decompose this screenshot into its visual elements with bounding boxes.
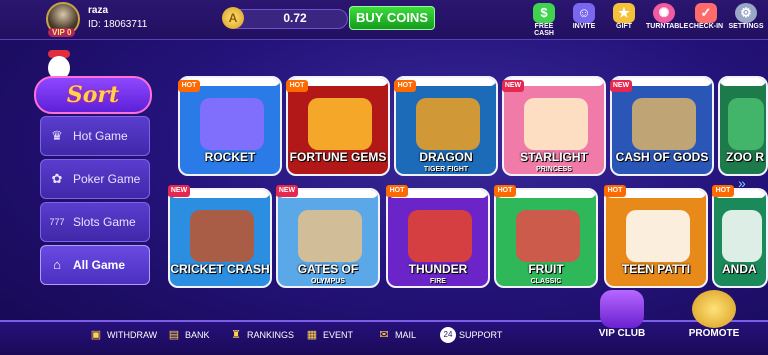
- poker-chip-icon: ✿: [51, 171, 63, 186]
- gems-icon: [308, 98, 372, 150]
- hot-badge: HOT: [178, 80, 200, 92]
- princess-icon: [524, 98, 588, 150]
- new-badge: NEW: [610, 80, 632, 92]
- cricket-icon: [190, 210, 254, 262]
- new-badge: NEW: [276, 185, 298, 197]
- game-card-gates-of-olympus[interactable]: GATES OF OLYMPUS: [276, 188, 380, 288]
- vip-badge: VIP 0: [48, 28, 76, 37]
- mail-button[interactable]: ✉ MAIL: [376, 327, 416, 343]
- coin-icon: A: [222, 7, 244, 29]
- withdraw-icon: ▣: [90, 329, 102, 341]
- rocket-icon: [200, 98, 264, 150]
- home-icon: ⌂: [53, 257, 61, 272]
- trophy-icon: ♜: [231, 329, 241, 341]
- cards-icon: [626, 210, 690, 262]
- withdraw-button[interactable]: ▣ WITHDRAW: [88, 327, 157, 343]
- promote-button[interactable]: PROMOTE: [682, 290, 746, 350]
- god-icon: [632, 98, 696, 150]
- mail-icon: ✉: [379, 329, 389, 341]
- bank-icon: ▤: [168, 329, 180, 341]
- zeus-icon: [298, 210, 362, 262]
- dragon-icon: [416, 98, 480, 150]
- scroll-right-icon[interactable]: »: [738, 175, 746, 191]
- bank-button[interactable]: ▤ BANK: [166, 327, 210, 343]
- gift-button[interactable]: ★ GIFT: [606, 3, 642, 30]
- username: raza: [88, 5, 109, 16]
- balance-value: 0.72: [283, 11, 307, 25]
- sidebar-item-slots-game[interactable]: 777 Slots Game: [40, 202, 150, 242]
- new-badge: NEW: [502, 80, 524, 92]
- watermelon-icon: [516, 210, 580, 262]
- turntable-icon: ✺: [653, 3, 675, 23]
- hot-badge: HOT: [386, 185, 408, 197]
- game-card-andar-bahar[interactable]: ANDA: [712, 188, 768, 288]
- slots-icon: 777: [49, 217, 65, 227]
- checkin-icon: ✓: [695, 3, 717, 23]
- sidebar-item-hot-game[interactable]: ♛ Hot Game: [40, 116, 150, 156]
- hot-badge: HOT: [712, 185, 734, 197]
- parrot-icon: [728, 98, 764, 150]
- turntable-button[interactable]: ✺ TURNTABLE: [646, 3, 688, 30]
- hot-badge: HOT: [394, 80, 416, 92]
- sort-logo: Sort: [34, 76, 152, 114]
- game-card-zoo[interactable]: ZOO R: [718, 76, 768, 176]
- hot-badge: HOT: [286, 80, 308, 92]
- hot-badge: HOT: [604, 185, 626, 197]
- crown-icon: ♛: [51, 128, 63, 143]
- support-icon: 24: [440, 327, 456, 343]
- invite-button[interactable]: ☺ INVITE: [566, 3, 602, 30]
- game-card-thunder-fire[interactable]: THUNDER FIRE: [386, 188, 490, 288]
- rankings-button[interactable]: ♜ RANKINGS: [228, 327, 294, 343]
- game-card-cricket-crash[interactable]: CRICKET CRASH: [168, 188, 272, 288]
- sidebar-item-poker-game[interactable]: ✿ Poker Game: [40, 159, 150, 199]
- event-icon: ▦: [306, 329, 318, 341]
- cash-icon: $: [533, 3, 555, 23]
- event-button[interactable]: ▦ EVENT: [304, 327, 353, 343]
- gear-icon: ⚙: [735, 3, 757, 23]
- support-button[interactable]: 24 SUPPORT: [440, 327, 502, 343]
- seven-icon: [408, 210, 472, 262]
- game-card-teen-patti[interactable]: TEEN PATTI: [604, 188, 708, 288]
- crown-icon: [600, 290, 644, 328]
- gift-icon: ★: [613, 3, 635, 23]
- invite-icon: ☺: [573, 3, 595, 23]
- free-cash-button[interactable]: $ FREE CASH: [526, 3, 562, 37]
- hot-badge: HOT: [494, 185, 516, 197]
- coin-stack-icon: [692, 290, 736, 328]
- game-card-fruit-classic[interactable]: FRUIT CLASSIC: [494, 188, 598, 288]
- new-badge: NEW: [168, 185, 190, 197]
- buy-coins-button[interactable]: BUY COINS: [349, 6, 435, 30]
- cards-icon: [722, 210, 762, 262]
- user-id: ID: 18063711: [88, 19, 148, 30]
- checkin-button[interactable]: ✓ CHECK-IN: [688, 3, 724, 30]
- sidebar-item-all-game[interactable]: ⌂ All Game: [40, 245, 150, 285]
- settings-button[interactable]: ⚙ SETTINGS: [728, 3, 764, 30]
- vip-club-button[interactable]: VIP CLUB: [590, 290, 654, 350]
